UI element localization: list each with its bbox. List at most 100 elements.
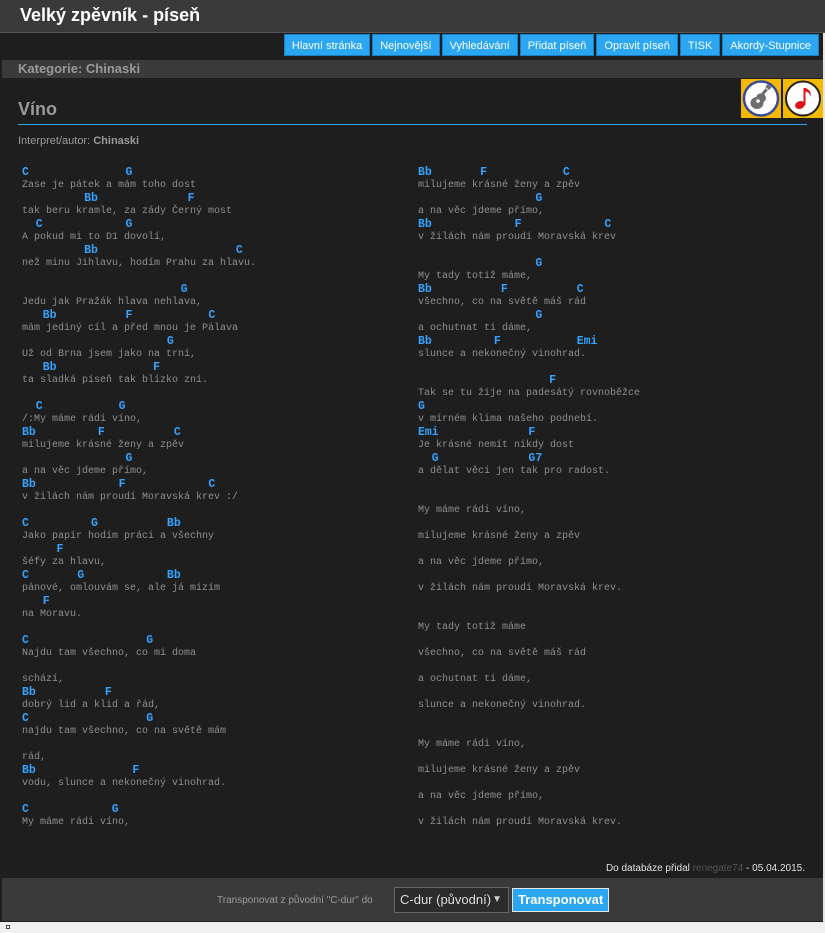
category: Kategorie: Chinaski — [18, 61, 140, 76]
lyrics-spacer — [418, 712, 818, 725]
title-divider — [18, 124, 807, 125]
nav-print[interactable]: TISK — [679, 34, 721, 56]
lyric-line: My máme rádi víno, — [22, 817, 131, 828]
chord-line: C G — [22, 400, 126, 413]
chord-line: Emi F — [418, 426, 536, 439]
lyric-line: mám jediný cíl a před mnou je Pálava — [22, 323, 239, 334]
lyrics-spacer — [418, 686, 818, 699]
nav-newest[interactable]: Nejnovější — [372, 34, 440, 56]
lyric-line: v žilách nám proudí Moravská krev. — [418, 817, 623, 828]
lyrics-spacer — [418, 569, 818, 582]
chord-line: F — [22, 595, 50, 608]
artist-name: Chinaski — [93, 135, 140, 147]
lyric-line: šéfy za hlavu, — [22, 557, 107, 568]
lyric-line: milujeme krásné ženy a zpěv — [418, 180, 581, 191]
chord-line: Bb F C — [418, 283, 584, 296]
chord-line: C G Bb — [22, 569, 181, 582]
category-label: Kategorie: — [18, 61, 83, 76]
lyric-line: rád, — [22, 752, 47, 763]
lyric-line: Jedu jak Pražák hlava nehlava, — [22, 297, 203, 308]
chord-line: G — [418, 192, 543, 205]
site-title[interactable]: Velký zpěvník - píseň — [20, 5, 200, 26]
chord-line: G — [22, 283, 188, 296]
chord-line: G — [22, 335, 174, 348]
lyric-line: a na věc jdeme přímo, — [22, 466, 149, 477]
lyric-line: My máme rádi víno, — [418, 505, 527, 516]
chord-line: C G — [22, 166, 133, 179]
lyric-line: ta sladká píseň tak blízko zní. — [22, 375, 209, 386]
lyric-line: všechno, co na světě máš rád — [418, 648, 587, 659]
transpose-key-select[interactable]: C-dur (původní) ▼ — [394, 887, 509, 913]
lyric-line: My tady totiž máme — [418, 622, 527, 633]
lyric-line: slunce a nekonečný vinohrad. — [418, 700, 587, 711]
lyric-line: slunce a nekonečný vinohrad. — [418, 349, 587, 360]
nav-main-page[interactable]: Hlavní stránka — [283, 34, 371, 56]
lyric-line: schází, — [22, 674, 65, 685]
chord-line: Bb F C — [22, 478, 216, 491]
lyrics-spacer — [418, 361, 818, 374]
nav-edit-song[interactable]: Opravit píseň — [596, 34, 678, 56]
chord-line: Bb F C — [418, 218, 612, 231]
lyric-line: všechno, co na světě máš rád — [418, 297, 587, 308]
chord-line: G — [418, 257, 543, 270]
added-by: Do databáze přidal renegate74 - 05.04.20… — [606, 863, 805, 874]
nav-search[interactable]: Vyhledávání — [441, 34, 518, 56]
nav-chords-scales[interactable]: Akordy-Stupnice — [722, 34, 819, 56]
category-value[interactable]: Chinaski — [86, 61, 140, 76]
added-by-date: - 05.04.2015. — [743, 863, 805, 874]
chord-line: G — [22, 452, 133, 465]
artist-label: Interpret/autor: — [18, 135, 91, 147]
guitar-icon[interactable] — [741, 79, 781, 118]
nav-add-song[interactable]: Přidat píseň — [519, 34, 595, 56]
music-note-icon[interactable] — [783, 79, 823, 118]
chord-line: F — [22, 543, 64, 556]
lyric-line: v žilách nám proudí Moravská krev — [418, 232, 617, 243]
lyric-line: My tady totiž máme, — [418, 271, 533, 282]
lyric-line: Je krásné nemít nikdy dost — [418, 440, 575, 451]
lyrics-spacer — [418, 608, 818, 621]
chord-line: C G Bb — [22, 517, 181, 530]
lyrics-spacer — [418, 517, 818, 530]
lyrics-spacer — [22, 387, 412, 400]
lyric-line: /:My máme rádi víno, — [22, 414, 143, 425]
lyric-line: pánové, omlouvám se, ale já mizím — [22, 583, 221, 594]
chord-line: Bb F — [22, 192, 195, 205]
lyric-line: a ochutnat ti dáme, — [418, 323, 533, 334]
lyric-line: Najdu tam všechno, co mi doma — [22, 648, 197, 659]
lyrics-spacer — [418, 244, 818, 257]
lyric-line: a na věc jdeme přímo, — [418, 206, 545, 217]
added-by-user[interactable]: renegate74 — [693, 863, 744, 874]
lyric-line: a ochutnat ti dáme, — [418, 674, 533, 685]
chevron-down-icon: ▼ — [492, 894, 502, 905]
lyric-line: najdu tam všechno, co na světě mám — [22, 726, 227, 737]
chord-line: G — [418, 400, 425, 413]
lyric-line: vodu, slunce a nekonečný vinohrad. — [22, 778, 227, 789]
chord-line: G G7 — [418, 452, 543, 465]
transpose-label: Transponovat z původní "C-dur" do — [217, 895, 373, 906]
bottom-strip — [0, 922, 825, 933]
transpose-button[interactable]: Transponovat — [512, 888, 610, 912]
lyric-line: tak beru kramle, za zády Černý most — [22, 206, 233, 217]
transpose-bar: Transponovat z původní "C-dur" do C-dur … — [2, 878, 823, 921]
lyric-line: v žilách nám proudí Moravská krev. — [418, 583, 623, 594]
lyrics-spacer — [22, 738, 412, 751]
lyrics-spacer — [418, 660, 818, 673]
lyric-line: a na věc jdeme přímo, — [418, 791, 545, 802]
lyric-line: milujeme krásné ženy a zpěv — [418, 765, 581, 776]
lyric-line: dobrý lid a klid a řád, — [22, 700, 161, 711]
lyrics-column-left: C G Zase je pátek a mám toho dost Bb Ftak… — [22, 166, 412, 829]
lyric-line: v mírném klima našeho podnebí. — [418, 414, 599, 425]
lyric-line: A pokud mi to D1 dovolí, — [22, 232, 167, 243]
chord-line: C G — [22, 712, 154, 725]
lyrics-spacer — [418, 725, 818, 738]
chord-line: Bb F — [22, 764, 140, 777]
chord-line: G — [418, 309, 543, 322]
lyrics-spacer — [418, 777, 818, 790]
lyric-line: Jako papír hodím práci a všechny — [22, 531, 215, 542]
added-by-label: Do databáze přidal — [605, 863, 690, 874]
chord-line: Bb F — [22, 686, 112, 699]
chord-line: C G — [22, 218, 133, 231]
lyrics-spacer — [22, 621, 412, 634]
lyrics-spacer — [22, 660, 412, 673]
lyrics-spacer — [418, 478, 818, 491]
